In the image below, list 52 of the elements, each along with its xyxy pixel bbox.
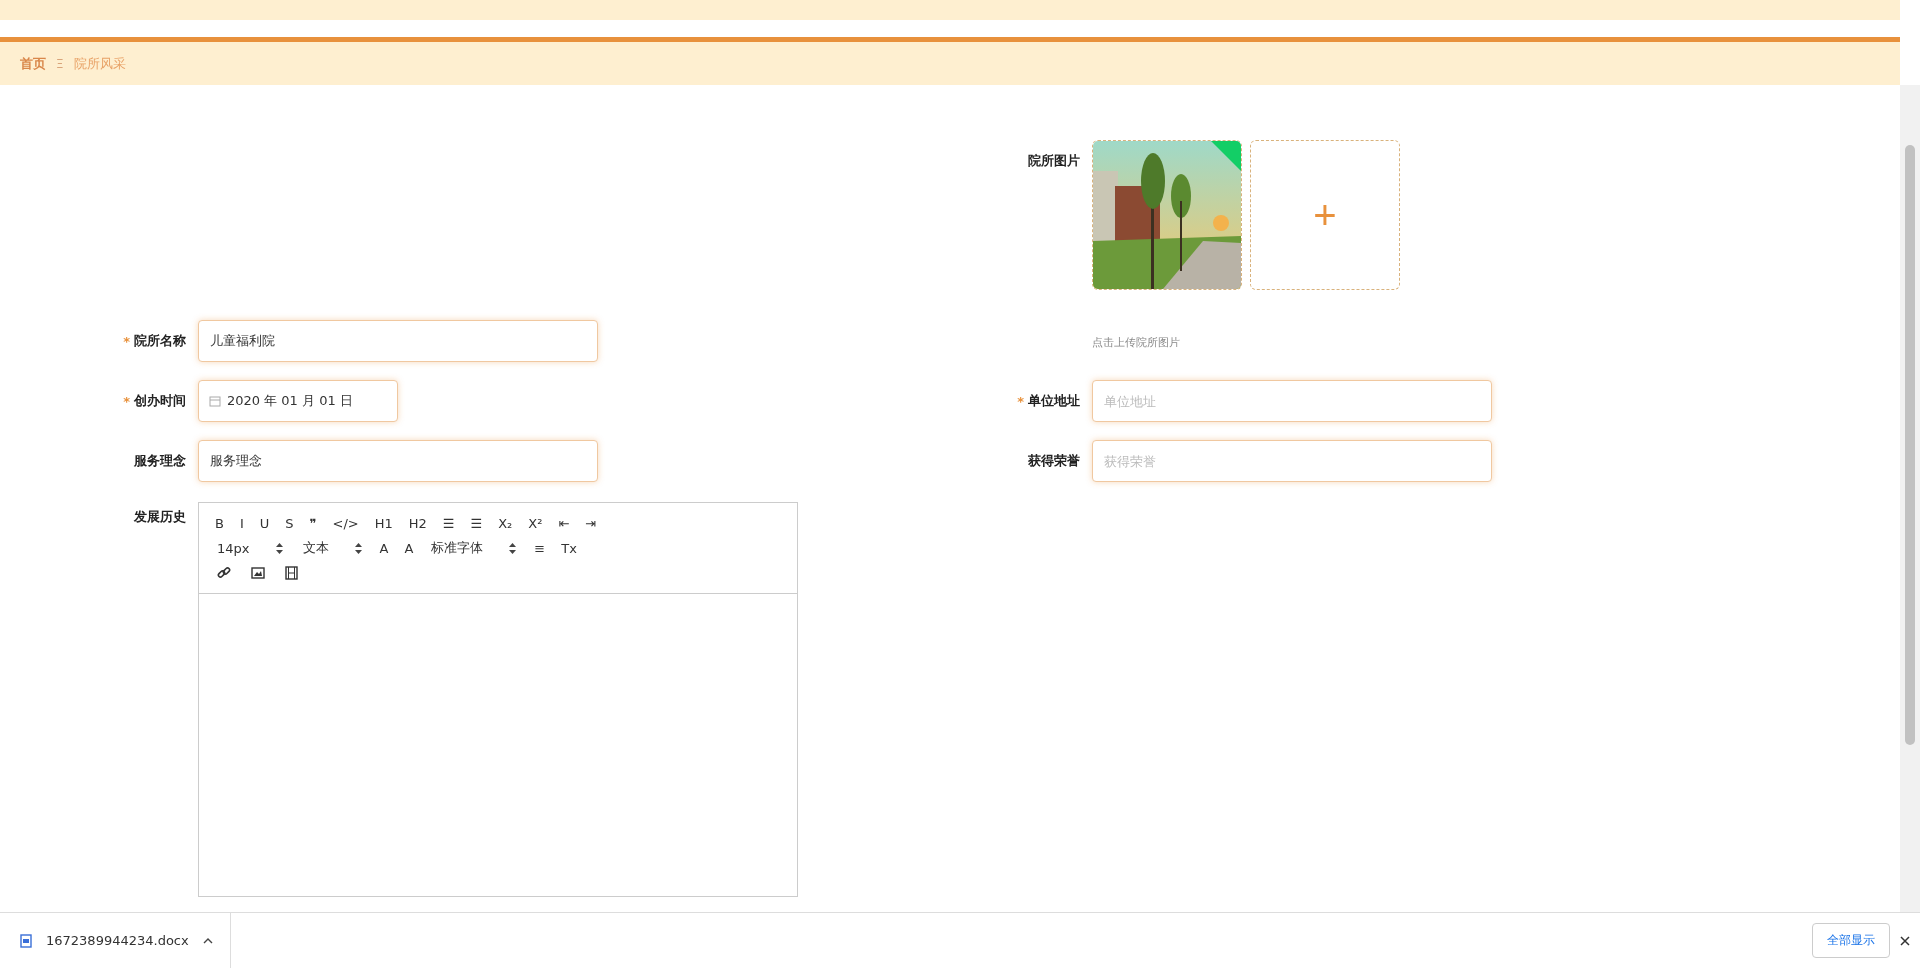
- up-down-arrows-icon: [509, 542, 517, 554]
- toolbar-button[interactable]: ☰: [438, 515, 459, 531]
- field-label: 获得荣誉: [1028, 452, 1080, 470]
- toolbar-dropdown[interactable]: 14px: [211, 540, 289, 556]
- toolbar-button[interactable]: B: [211, 515, 228, 531]
- toolbar-button[interactable]: A: [400, 540, 418, 556]
- field-label: 单位地址: [1028, 392, 1080, 410]
- text-field[interactable]: 儿童福利院: [198, 320, 598, 362]
- toolbar-button[interactable]: ❞: [305, 515, 321, 531]
- film-icon[interactable]: [285, 566, 298, 580]
- toolbar-button[interactable]: A: [375, 540, 393, 556]
- toolbar-button[interactable]: </>: [328, 515, 363, 531]
- up-down-arrows-icon: [275, 542, 283, 554]
- field-label: 创办时间: [134, 392, 186, 410]
- chevron-up-icon[interactable]: [202, 937, 213, 944]
- toolbar-button[interactable]: Tx: [557, 540, 581, 556]
- text-field[interactable]: 获得荣誉: [1092, 440, 1492, 482]
- text-field[interactable]: 单位地址: [1092, 380, 1492, 422]
- field-label: 发展历史: [133, 508, 187, 526]
- toolbar-button[interactable]: U: [255, 515, 274, 531]
- required-asterisk: *: [1017, 393, 1024, 409]
- date-field[interactable]: 2020 年 01 月 01 日: [198, 380, 398, 422]
- scrollbar[interactable]: [1900, 85, 1920, 912]
- up-down-arrows-icon: [354, 542, 362, 554]
- toolbar-button[interactable]: H1: [370, 515, 397, 531]
- toolbar-button[interactable]: X₂: [494, 515, 517, 531]
- toolbar-dropdown[interactable]: 标准字体: [425, 539, 523, 557]
- text-field[interactable]: 服务理念: [198, 440, 598, 482]
- rich-text-editor[interactable]: B I U S ❞ </> H1 H2 ☰ ☰ X₂ X² ⇤ ⇥ 14px 文本 A A 标准字体 ≡ Tx: [198, 502, 798, 897]
- field-label: 服务理念: [134, 452, 186, 470]
- field-label: 院所图片: [1027, 152, 1081, 170]
- toolbar-button[interactable]: ☰: [466, 515, 487, 531]
- field-label: 院所名称: [134, 332, 186, 350]
- link-icon[interactable]: [217, 566, 231, 580]
- toolbar-button[interactable]: ⇥: [581, 515, 601, 531]
- breadcrumb-separator: Ξ: [56, 56, 64, 71]
- toolbar-button[interactable]: X²: [524, 515, 547, 531]
- calendar-icon: [209, 395, 221, 407]
- image-icon[interactable]: [251, 567, 265, 579]
- document-icon: [20, 933, 32, 948]
- upload-hint: 点击上传院所图片: [1092, 335, 1181, 350]
- download-file-name[interactable]: 1672389944234.docx: [46, 933, 189, 948]
- required-asterisk: *: [123, 333, 130, 349]
- toolbar-button[interactable]: S: [281, 515, 298, 531]
- toolbar-button[interactable]: ≡: [530, 540, 550, 556]
- required-asterisk: *: [123, 393, 130, 409]
- toolbar-button[interactable]: ⇤: [554, 515, 574, 531]
- show-all-button[interactable]: 全部显示: [1812, 923, 1890, 958]
- toolbar-button[interactable]: I: [235, 515, 248, 531]
- close-icon[interactable]: [1900, 935, 1910, 946]
- toolbar-button[interactable]: H2: [404, 515, 431, 531]
- toolbar-dropdown[interactable]: 文本: [296, 539, 368, 557]
